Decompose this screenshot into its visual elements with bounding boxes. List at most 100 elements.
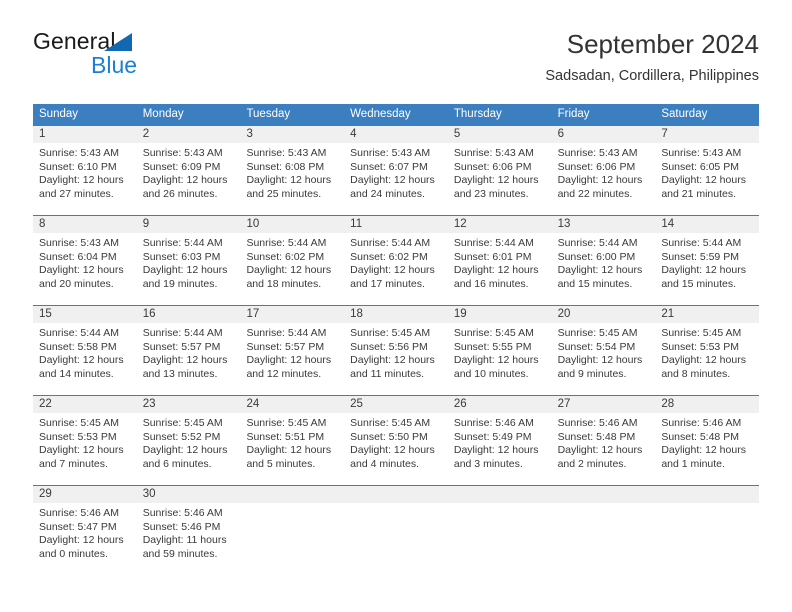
- day-number[interactable]: 13: [552, 216, 656, 233]
- day-cell[interactable]: Sunrise: 5:44 AM Sunset: 6:03 PM Dayligh…: [137, 233, 241, 305]
- day-cell[interactable]: Sunrise: 5:43 AM Sunset: 6:07 PM Dayligh…: [344, 143, 448, 215]
- page-title: September 2024: [566, 29, 759, 59]
- day-cell[interactable]: Sunrise: 5:45 AM Sunset: 5:54 PM Dayligh…: [552, 323, 656, 395]
- sunset-text: Sunset: 6:07 PM: [350, 160, 428, 173]
- brand-logo[interactable]: General Blue: [33, 28, 263, 88]
- day-cell[interactable]: Sunrise: 5:45 AM Sunset: 5:56 PM Dayligh…: [344, 323, 448, 395]
- day-number[interactable]: 2: [137, 126, 241, 143]
- day-number-empty: [344, 486, 448, 503]
- sunset-text: Sunset: 6:06 PM: [453, 160, 532, 173]
- day-number[interactable]: 20: [552, 306, 656, 323]
- day-number[interactable]: 11: [344, 216, 448, 233]
- sunset-text: Sunset: 5:49 PM: [453, 430, 532, 443]
- sunrise-text: Sunrise: 5:43 AM: [453, 147, 534, 159]
- day-number[interactable]: 26: [448, 396, 552, 413]
- day-cell[interactable]: Sunrise: 5:44 AM Sunset: 6:02 PM Dayligh…: [240, 233, 344, 305]
- day-number[interactable]: 30: [137, 486, 241, 503]
- day-number[interactable]: 12: [448, 216, 552, 233]
- sunrise-text: Sunrise: 5:44 AM: [246, 237, 327, 249]
- day-number[interactable]: 3: [240, 126, 344, 143]
- day-cell[interactable]: Sunrise: 5:43 AM Sunset: 6:06 PM Dayligh…: [448, 143, 552, 215]
- sunrise-text: Sunrise: 5:44 AM: [246, 327, 327, 339]
- title-block: September 2024 Sadsadan, Cordillera, Phi…: [545, 28, 759, 87]
- day-cell[interactable]: Sunrise: 5:43 AM Sunset: 6:04 PM Dayligh…: [33, 233, 137, 305]
- sunrise-text: Sunrise: 5:46 AM: [142, 507, 223, 519]
- day-cell[interactable]: Sunrise: 5:44 AM Sunset: 5:57 PM Dayligh…: [137, 323, 241, 395]
- day-cell[interactable]: Sunrise: 5:43 AM Sunset: 6:08 PM Dayligh…: [240, 143, 344, 215]
- week-row: 8 9 10 11 12 13 14 Sunrise: 5:43 AM Suns…: [33, 215, 759, 305]
- sunset-text: Sunset: 6:05 PM: [661, 160, 739, 173]
- day-cell[interactable]: Sunrise: 5:43 AM Sunset: 6:09 PM Dayligh…: [137, 143, 241, 215]
- day-cell[interactable]: Sunrise: 5:46 AM Sunset: 5:48 PM Dayligh…: [552, 413, 656, 485]
- sunrise-text: Sunrise: 5:46 AM: [39, 507, 119, 519]
- day-number[interactable]: 16: [137, 306, 241, 323]
- sunset-text: Sunset: 5:55 PM: [453, 340, 532, 353]
- day-number[interactable]: 17: [240, 306, 344, 323]
- day-cell[interactable]: Sunrise: 5:45 AM Sunset: 5:50 PM Dayligh…: [344, 413, 448, 485]
- day-number[interactable]: 22: [33, 396, 137, 413]
- day-cell[interactable]: Sunrise: 5:46 AM Sunset: 5:47 PM Dayligh…: [33, 503, 137, 575]
- daylight-text-1: Daylight: 12 hours: [453, 354, 539, 367]
- day-cell[interactable]: Sunrise: 5:45 AM Sunset: 5:53 PM Dayligh…: [655, 323, 759, 395]
- day-number[interactable]: 14: [655, 216, 759, 233]
- day-cell[interactable]: Sunrise: 5:44 AM Sunset: 6:00 PM Dayligh…: [552, 233, 656, 305]
- sunrise-text: Sunrise: 5:43 AM: [39, 147, 119, 159]
- sunrise-text: Sunrise: 5:45 AM: [557, 327, 638, 339]
- page-subtitle: Sadsadan, Cordillera, Philippines: [545, 68, 759, 84]
- day-number[interactable]: 24: [240, 396, 344, 413]
- day-cell[interactable]: Sunrise: 5:46 AM Sunset: 5:49 PM Dayligh…: [448, 413, 552, 485]
- day-number[interactable]: 6: [552, 126, 656, 143]
- day-number[interactable]: 29: [33, 486, 137, 503]
- day-cell[interactable]: Sunrise: 5:45 AM Sunset: 5:51 PM Dayligh…: [240, 413, 344, 485]
- day-number[interactable]: 28: [655, 396, 759, 413]
- day-number[interactable]: 21: [655, 306, 759, 323]
- day-number[interactable]: 4: [344, 126, 448, 143]
- day-cell[interactable]: Sunrise: 5:45 AM Sunset: 5:53 PM Dayligh…: [33, 413, 137, 485]
- day-cell[interactable]: Sunrise: 5:46 AM Sunset: 5:48 PM Dayligh…: [655, 413, 759, 485]
- day-cell[interactable]: Sunrise: 5:44 AM Sunset: 6:01 PM Dayligh…: [448, 233, 552, 305]
- day-number[interactable]: 19: [448, 306, 552, 323]
- weekday-wednesday: Wednesday: [350, 108, 411, 120]
- daylight-text-1: Daylight: 12 hours: [246, 444, 332, 457]
- day-number[interactable]: 15: [33, 306, 137, 323]
- day-number[interactable]: 27: [552, 396, 656, 413]
- day-cell[interactable]: Sunrise: 5:45 AM Sunset: 5:55 PM Dayligh…: [448, 323, 552, 395]
- day-number[interactable]: 10: [240, 216, 344, 233]
- day-cell[interactable]: Sunrise: 5:43 AM Sunset: 6:10 PM Dayligh…: [33, 143, 137, 215]
- day-number[interactable]: 25: [344, 396, 448, 413]
- day-cell[interactable]: Sunrise: 5:45 AM Sunset: 5:52 PM Dayligh…: [137, 413, 241, 485]
- sunrise-text: Sunrise: 5:45 AM: [246, 417, 327, 429]
- day-cell[interactable]: Sunrise: 5:44 AM Sunset: 5:57 PM Dayligh…: [240, 323, 344, 395]
- day-cell[interactable]: Sunrise: 5:43 AM Sunset: 6:05 PM Dayligh…: [655, 143, 759, 215]
- day-number[interactable]: 9: [137, 216, 241, 233]
- daylight-text-2: and 1 minute.: [661, 457, 725, 470]
- day-number[interactable]: 18: [344, 306, 448, 323]
- day-cell[interactable]: Sunrise: 5:44 AM Sunset: 6:02 PM Dayligh…: [344, 233, 448, 305]
- sunset-text: Sunset: 5:48 PM: [661, 430, 739, 443]
- day-cell[interactable]: Sunrise: 5:44 AM Sunset: 5:59 PM Dayligh…: [655, 233, 759, 305]
- sunset-text: Sunset: 5:53 PM: [661, 340, 739, 353]
- sunrise-text: Sunrise: 5:46 AM: [661, 417, 742, 429]
- daylight-text-2: and 20 minutes.: [39, 277, 114, 290]
- sunrise-text: Sunrise: 5:44 AM: [557, 237, 638, 249]
- sunrise-text: Sunrise: 5:44 AM: [142, 327, 223, 339]
- day-number[interactable]: 8: [33, 216, 137, 233]
- day-cell[interactable]: Sunrise: 5:46 AM Sunset: 5:46 PM Dayligh…: [137, 503, 241, 575]
- day-number[interactable]: 7: [655, 126, 759, 143]
- daylight-text-2: and 7 minutes.: [39, 457, 108, 470]
- day-number[interactable]: 5: [448, 126, 552, 143]
- sunrise-text: Sunrise: 5:43 AM: [39, 237, 119, 249]
- day-cell-empty: [552, 503, 656, 575]
- sunset-text: Sunset: 5:57 PM: [142, 340, 221, 353]
- day-cell-empty: [655, 503, 759, 575]
- daylight-text-2: and 3 minutes.: [453, 457, 523, 470]
- calendar-grid: Sunday Monday Tuesday Wednesday Thursday…: [33, 104, 759, 575]
- daylight-text-1: Daylight: 12 hours: [350, 444, 435, 457]
- day-cell[interactable]: Sunrise: 5:43 AM Sunset: 6:06 PM Dayligh…: [552, 143, 656, 215]
- sunset-text: Sunset: 6:02 PM: [246, 250, 325, 263]
- daylight-text-2: and 10 minutes.: [453, 367, 529, 380]
- day-cell[interactable]: Sunrise: 5:44 AM Sunset: 5:58 PM Dayligh…: [33, 323, 137, 395]
- day-number[interactable]: 1: [33, 126, 137, 143]
- day-number[interactable]: 23: [137, 396, 241, 413]
- sunrise-text: Sunrise: 5:43 AM: [246, 147, 327, 159]
